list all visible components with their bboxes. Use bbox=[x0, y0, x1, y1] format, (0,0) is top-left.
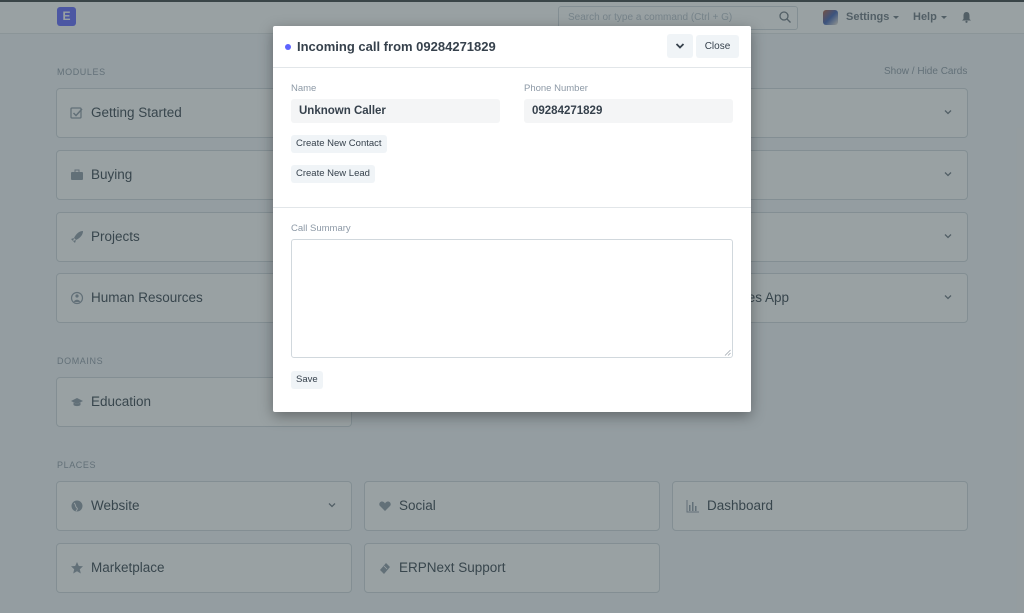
resize-handle-icon[interactable] bbox=[724, 349, 731, 356]
name-field[interactable]: Unknown Caller bbox=[291, 99, 500, 123]
chevron-down-icon bbox=[675, 43, 685, 49]
dialog-header: Incoming call from 09284271829 Close bbox=[273, 26, 751, 68]
call-summary-label: Call Summary bbox=[291, 223, 351, 234]
section-divider bbox=[273, 207, 751, 208]
collapse-button[interactable] bbox=[667, 34, 693, 58]
phone-number-field[interactable]: 09284271829 bbox=[524, 99, 733, 123]
incoming-call-dialog: Incoming call from 09284271829 Close Nam… bbox=[273, 26, 751, 412]
name-label: Name bbox=[291, 83, 317, 94]
close-button[interactable]: Close bbox=[696, 35, 739, 58]
call-indicator-dot bbox=[285, 44, 291, 50]
dialog-title: Incoming call from 09284271829 bbox=[297, 39, 496, 54]
create-new-contact-button[interactable]: Create New Contact bbox=[291, 135, 387, 153]
call-summary-textarea[interactable] bbox=[291, 239, 733, 358]
save-button[interactable]: Save bbox=[291, 371, 323, 389]
create-new-lead-button[interactable]: Create New Lead bbox=[291, 165, 375, 183]
phone-number-label: Phone Number bbox=[524, 83, 588, 94]
